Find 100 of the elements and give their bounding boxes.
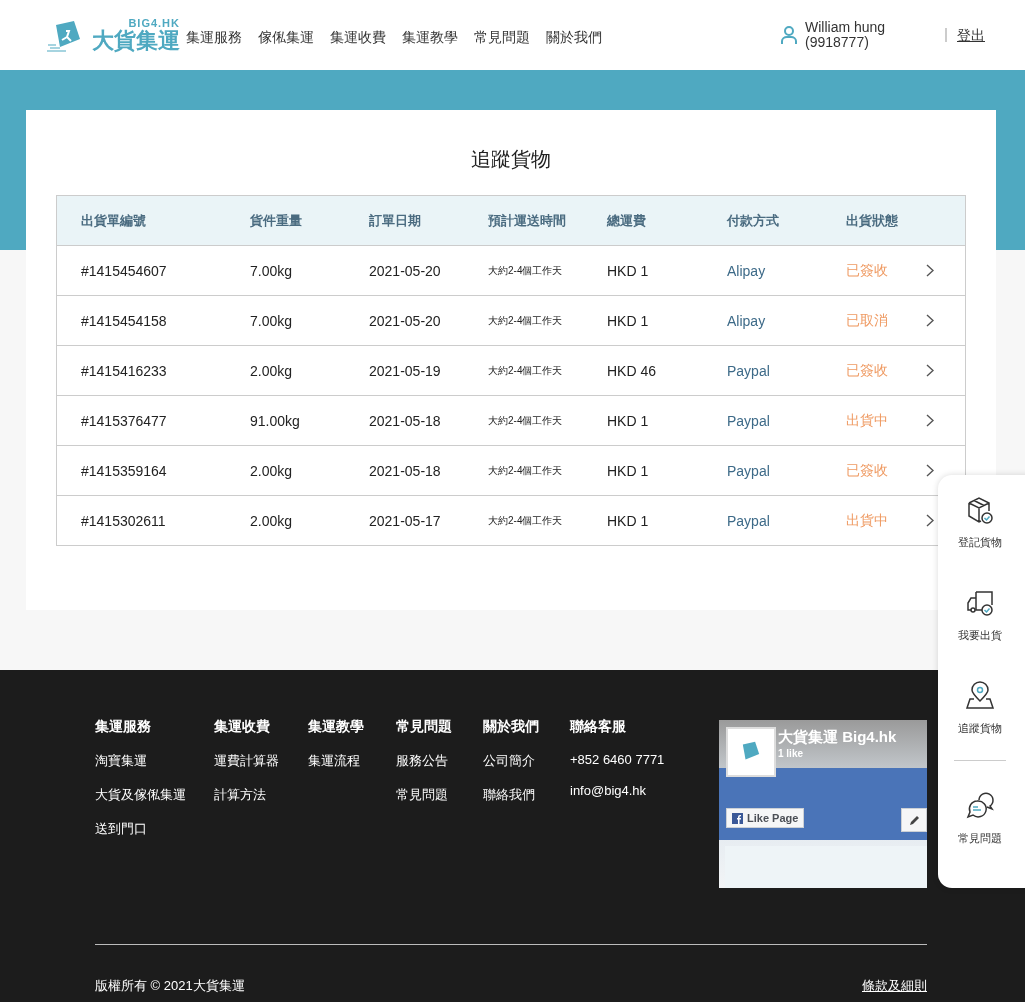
weight: 2.00kg <box>250 512 294 529</box>
order-date: 2021-05-19 <box>369 362 442 379</box>
footer-link[interactable]: info@big4.hk <box>570 783 720 798</box>
delivery-time: 大約2-4個工作天 <box>488 363 564 378</box>
order-number: #1415454158 <box>81 312 168 329</box>
footer-heading: 集運收費 <box>214 718 271 736</box>
delivery-time: 大約2-4個工作天 <box>488 313 564 328</box>
copyright-text: 版權所有 © 2021大貨集運 <box>95 977 245 995</box>
quick-action[interactable]: 登記貨物 <box>938 495 1022 588</box>
chevron-right-icon[interactable] <box>926 314 934 327</box>
map-pin-icon <box>965 681 995 711</box>
payment-method: Paypal <box>727 362 771 379</box>
weight: 91.00kg <box>250 412 301 429</box>
shipment-status: 已取消 <box>846 311 889 330</box>
column-header: 訂單日期 <box>369 211 422 230</box>
chevron-right-icon[interactable] <box>926 364 934 377</box>
nav-link[interactable]: 傢俬集運 <box>258 29 314 47</box>
footer-link[interactable]: 送到門口 <box>95 820 214 838</box>
payment-method: Paypal <box>727 462 771 479</box>
order-date: 2021-05-20 <box>369 262 442 279</box>
user-name: William hung (9918777) <box>805 20 887 50</box>
footer-heading: 集運教學 <box>308 718 365 736</box>
footer-link[interactable]: 大貨及傢俬集運 <box>95 786 214 804</box>
nav-link[interactable]: 集運教學 <box>402 29 458 47</box>
shipment-status: 出貨中 <box>846 511 889 530</box>
fee: HKD 46 <box>607 362 658 379</box>
chevron-right-icon[interactable] <box>926 264 934 277</box>
order-number: #1415302611 <box>81 512 167 529</box>
chevron-right-icon[interactable] <box>926 514 934 527</box>
fee: HKD 1 <box>607 412 650 429</box>
delivery-time: 大約2-4個工作天 <box>488 413 564 428</box>
order-number: #1415359164 <box>81 462 168 479</box>
payment-method: Paypal <box>727 512 771 529</box>
footer-heading: 關於我們 <box>483 718 540 736</box>
footer-link[interactable]: 計算方法 <box>214 786 308 804</box>
column-header: 預計運送時間 <box>488 211 567 230</box>
shipment-status: 已簽收 <box>846 361 889 380</box>
column-header: 付款方式 <box>727 211 780 230</box>
order-number: #1415376477 <box>81 412 168 429</box>
like-page-button[interactable]: Like Page <box>726 808 805 828</box>
facebook-page-name: 大貨集運 Big4.hk <box>778 728 897 747</box>
nav-link[interactable]: 集運收費 <box>330 29 386 47</box>
footer-heading: 集運服務 <box>95 718 152 736</box>
order-date: 2021-05-18 <box>369 412 442 429</box>
weight: 2.00kg <box>250 462 294 479</box>
facebook-icon <box>732 812 743 824</box>
quick-action[interactable]: 我要出貨 <box>938 588 1022 681</box>
footer-link[interactable]: 運費計算器 <box>214 752 308 770</box>
footer-link[interactable]: 服務公告 <box>396 752 483 770</box>
delivery-time: 大約2-4個工作天 <box>488 263 564 278</box>
weight: 7.00kg <box>250 262 294 279</box>
package-icon <box>965 495 995 525</box>
like-count: 1 like <box>778 748 804 759</box>
column-header: 出貨狀態 <box>846 211 899 230</box>
order-date: 2021-05-17 <box>369 512 442 529</box>
truck-icon <box>965 588 995 618</box>
shipment-status: 已簽收 <box>846 461 889 480</box>
payment-method: Alipay <box>727 312 767 329</box>
order-date: 2021-05-20 <box>369 312 442 329</box>
quick-action[interactable]: 追蹤貨物 <box>938 681 1022 774</box>
order-number: #1415416233 <box>81 362 168 379</box>
chevron-right-icon[interactable] <box>926 414 934 427</box>
chat-bubbles-icon <box>965 791 995 821</box>
order-date: 2021-05-18 <box>369 462 442 479</box>
footer-heading: 常見問題 <box>396 718 453 736</box>
footer-link[interactable]: +852 6460 7771 <box>570 752 720 767</box>
footer-link[interactable]: 公司簡介 <box>483 752 570 770</box>
delivery-time: 大約2-4個工作天 <box>488 513 564 528</box>
order-number: #1415454607 <box>81 262 168 279</box>
nav-link[interactable]: 集運服務 <box>186 29 242 47</box>
weight: 2.00kg <box>250 362 294 379</box>
fee: HKD 1 <box>607 262 650 279</box>
user-icon <box>781 26 797 44</box>
footer-link[interactable]: 集運流程 <box>308 752 396 770</box>
nav-link[interactable]: 關於我們 <box>546 29 602 47</box>
logo-subtitle: BIG4.HK <box>128 17 180 29</box>
payment-method: Paypal <box>727 412 771 429</box>
logout-link[interactable]: 登出 <box>945 28 985 42</box>
shipment-status: 出貨中 <box>846 411 889 430</box>
footer-link[interactable]: 淘寶集運 <box>95 752 214 770</box>
footer-link[interactable]: 常見問題 <box>396 786 483 804</box>
column-header: 出貨單編號 <box>81 211 147 230</box>
fee: HKD 1 <box>607 312 650 329</box>
shipment-status: 已簽收 <box>846 261 889 280</box>
weight: 7.00kg <box>250 312 294 329</box>
page-title: 追蹤貨物 <box>470 147 552 172</box>
footer-link[interactable]: 聯絡我們 <box>483 786 570 804</box>
chevron-right-icon[interactable] <box>926 464 934 477</box>
quick-action[interactable]: 常見問題 <box>938 791 1022 884</box>
footer-heading: 聯絡客服 <box>570 718 627 736</box>
terms-link[interactable]: 條款及細則 <box>862 977 927 995</box>
payment-method: Alipay <box>727 262 767 279</box>
edit-button[interactable] <box>901 808 927 832</box>
nav-link[interactable]: 常見問題 <box>474 29 530 47</box>
column-header: 總運費 <box>607 211 647 230</box>
fee: HKD 1 <box>607 512 650 529</box>
logo-title: 大貨集運 <box>92 28 180 53</box>
fee: HKD 1 <box>607 462 650 479</box>
column-header: 貨件重量 <box>250 211 303 230</box>
delivery-time: 大約2-4個工作天 <box>488 463 564 478</box>
